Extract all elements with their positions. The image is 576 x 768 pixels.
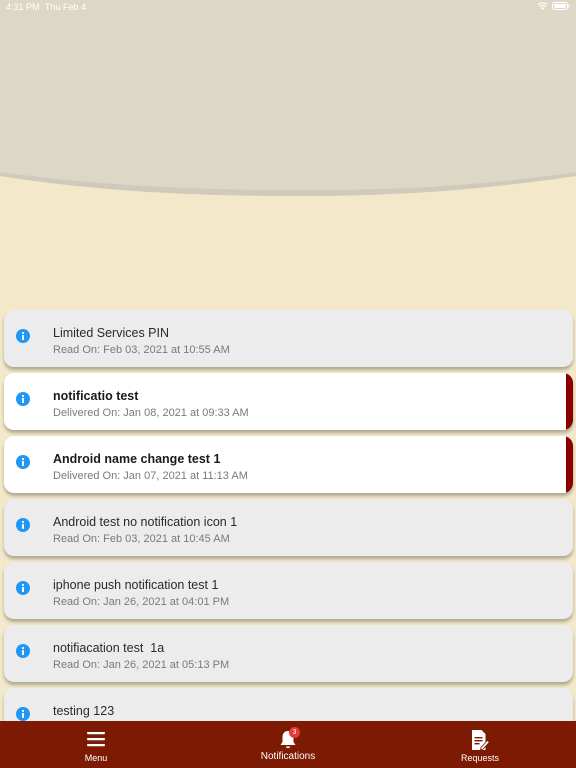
unread-marker bbox=[566, 436, 573, 493]
notification-title: Limited Services PIN bbox=[53, 326, 170, 340]
status-bar: 4:31 PM Thu Feb 4 bbox=[0, 0, 576, 14]
notification-card[interactable]: iphone push notification test 1 Read On:… bbox=[4, 562, 573, 619]
document-edit-icon bbox=[470, 729, 490, 751]
notification-card[interactable]: Limited Services PIN Read On: Feb 03, 20… bbox=[4, 310, 573, 367]
tab-menu[interactable]: Menu bbox=[36, 721, 156, 768]
hamburger-menu-icon bbox=[86, 731, 106, 747]
notification-title: Android test no notification icon 1 bbox=[53, 515, 238, 529]
notification-timestamp: Read On: Jan 26, 2021 at 04:01 PM bbox=[53, 596, 230, 608]
notifications-badge: 3 bbox=[289, 727, 300, 738]
info-icon bbox=[16, 329, 30, 343]
notification-title: notificatio test bbox=[53, 389, 139, 403]
notification-title: notifiacation test 1a bbox=[53, 641, 165, 655]
notification-timestamp: Read On: Feb 03, 2021 at 10:55 AM bbox=[53, 344, 230, 356]
notification-card[interactable]: Android test no notification icon 1 Read… bbox=[4, 499, 573, 556]
tab-menu-label: Menu bbox=[84, 753, 108, 763]
wifi-icon bbox=[537, 2, 548, 10]
info-icon bbox=[16, 455, 30, 469]
info-icon bbox=[16, 518, 30, 532]
notification-title: testing 123 bbox=[53, 704, 115, 718]
tab-notifications[interactable]: Notifications bbox=[228, 721, 348, 768]
unread-marker bbox=[566, 373, 573, 430]
notification-timestamp: Read On: Feb 03, 2021 at 10:45 AM bbox=[53, 533, 230, 545]
info-icon bbox=[16, 707, 30, 721]
notification-card[interactable]: notifiacation test 1a Read On: Jan 26, 2… bbox=[4, 625, 573, 682]
notification-timestamp: Delivered On: Jan 08, 2021 at 09:33 AM bbox=[53, 407, 249, 419]
bottom-tab-bar: Menu Notifications Requests bbox=[0, 721, 576, 768]
info-icon bbox=[16, 644, 30, 658]
info-icon bbox=[16, 392, 30, 406]
notification-card[interactable]: Android name change test 1 Delivered On:… bbox=[4, 436, 573, 493]
battery-icon bbox=[552, 2, 570, 10]
notification-title: iphone push notification test 1 bbox=[53, 578, 219, 592]
tab-requests[interactable]: Requests bbox=[420, 721, 540, 768]
notification-timestamp: Delivered On: Jan 07, 2021 at 11:13 AM bbox=[53, 470, 248, 482]
notification-card[interactable]: notificatio test Delivered On: Jan 08, 2… bbox=[4, 373, 573, 430]
header-banner bbox=[0, 0, 576, 200]
info-icon bbox=[16, 581, 30, 595]
notification-timestamp: Read On: Jan 26, 2021 at 05:13 PM bbox=[53, 659, 230, 671]
tab-requests-label: Requests bbox=[460, 753, 500, 763]
notification-title: Android name change test 1 bbox=[53, 452, 221, 466]
tab-notifications-label: Notifications bbox=[260, 751, 316, 762]
status-time: 4:31 PM bbox=[6, 2, 40, 12]
status-date: Thu Feb 4 bbox=[45, 2, 87, 12]
